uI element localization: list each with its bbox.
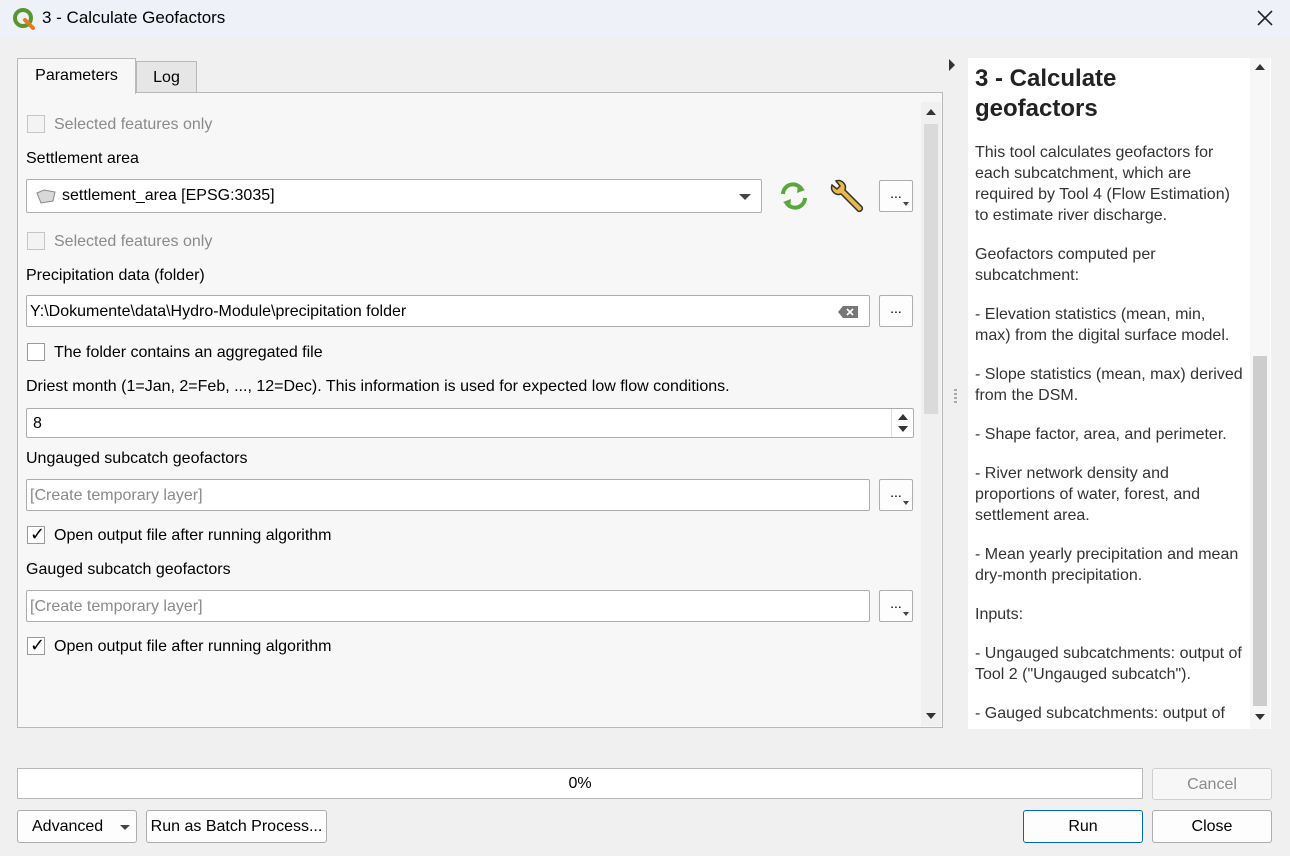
ungauged-label: Ungauged subcatch geofactors — [26, 450, 248, 467]
run-batch-button[interactable]: Run as Batch Process... — [146, 810, 327, 843]
progress-bar: 0% — [17, 768, 1143, 799]
check-mark-icon: ✓ — [30, 524, 46, 544]
advanced-button[interactable]: Advanced — [17, 810, 137, 843]
gauged-open-output-label: Open output file after running algorithm — [54, 638, 332, 655]
close-icon[interactable] — [1250, 4, 1280, 32]
precipitation-folder-input[interactable]: Y:\Dokumente\data\Hydro-Module\precipita… — [26, 295, 870, 327]
settlement-area-label: Settlement area — [26, 150, 139, 167]
clear-icon[interactable] — [837, 305, 859, 319]
qgis-logo-icon — [13, 8, 35, 30]
help-scroll-up-icon[interactable] — [1255, 64, 1265, 70]
iterate-icon[interactable] — [776, 180, 812, 212]
help-scroll-down-icon[interactable] — [1255, 714, 1265, 720]
selected-features-label-1: Selected features only — [54, 116, 213, 133]
scroll-thumb[interactable] — [924, 124, 938, 414]
settlement-more-button[interactable]: ... — [879, 180, 913, 212]
selected-features-checkbox-2[interactable] — [27, 232, 45, 250]
cancel-button[interactable]: Cancel — [1152, 768, 1272, 800]
precipitation-label: Precipitation data (folder) — [26, 267, 205, 284]
precipitation-folder-value: Y:\Dokumente\data\Hydro-Module\precipita… — [30, 303, 407, 320]
parameters-scrollbar[interactable] — [921, 102, 941, 726]
help-paragraph: This tool calculates geofactors for each… — [975, 144, 1230, 224]
help-scrollbar[interactable] — [1250, 58, 1270, 729]
driest-month-value: 8 — [33, 415, 42, 432]
ungauged-open-output-label: Open output file after running algorithm — [54, 527, 332, 544]
selected-features-label-2: Selected features only — [54, 233, 213, 250]
driest-month-label: Driest month (1=Jan, 2=Feb, ..., 12=Dec)… — [26, 378, 730, 395]
driest-month-spinbox[interactable]: 8 — [26, 408, 914, 438]
help-paragraph: Geofactors computed per subcatchment: — [975, 246, 1156, 284]
tab-parameters[interactable]: Parameters — [17, 58, 136, 94]
chevron-down-icon — [120, 825, 130, 830]
help-paragraph: - Gauged subcatchments: output of — [975, 705, 1225, 722]
help-paragraph: - Elevation statistics (mean, min, max) … — [975, 306, 1230, 344]
gauged-output-input[interactable]: [Create temporary layer] — [26, 590, 870, 622]
gauged-output-placeholder: [Create temporary layer] — [30, 598, 203, 615]
aggregated-file-checkbox[interactable] — [27, 343, 45, 361]
help-paragraph: - Slope statistics (mean, max) derived f… — [975, 366, 1243, 404]
gauged-open-output-checkbox[interactable]: ✓ — [27, 635, 46, 655]
run-button[interactable]: Run — [1023, 810, 1143, 843]
settlement-area-value: settlement_area [EPSG:3035] — [62, 187, 275, 204]
progress-label: 0% — [568, 775, 592, 792]
selected-features-checkbox-1[interactable] — [27, 115, 45, 133]
scroll-up-icon[interactable] — [926, 109, 936, 115]
check-mark-icon: ✓ — [30, 635, 46, 655]
ungauged-output-input[interactable]: [Create temporary layer] — [26, 479, 870, 511]
precipitation-more-button[interactable]: ... — [879, 295, 913, 327]
help-paragraph: Inputs: — [975, 606, 1024, 623]
ungauged-open-output-checkbox[interactable]: ✓ — [27, 524, 46, 544]
chevron-down-icon — [739, 194, 751, 200]
splitter-grip[interactable] — [954, 389, 957, 405]
spin-down-icon[interactable] — [898, 426, 908, 432]
wrench-icon[interactable] — [828, 178, 868, 216]
settlement-area-combo[interactable]: settlement_area [EPSG:3035] — [26, 179, 762, 213]
collapse-help-icon[interactable] — [949, 59, 955, 71]
help-paragraph: - Mean yearly precipitation and mean dry… — [975, 546, 1239, 584]
help-panel: 3 - Calculate geofactors This tool calcu… — [968, 58, 1271, 729]
close-button[interactable]: Close — [1152, 810, 1272, 843]
aggregated-file-label: The folder contains an aggregated file — [54, 344, 323, 361]
gauged-label: Gauged subcatch geofactors — [26, 561, 231, 578]
help-title: 3 - Calculate geofactors — [975, 65, 1117, 122]
help-paragraph: - River network density and proportions … — [975, 465, 1201, 524]
tab-log[interactable]: Log — [136, 61, 197, 92]
title-bar: 3 - Calculate Geofactors — [0, 0, 1290, 38]
window-title: 3 - Calculate Geofactors — [42, 8, 226, 27]
advanced-label: Advanced — [32, 818, 104, 835]
polygon-layer-icon — [36, 189, 56, 204]
help-body: This tool calculates geofactors for each… — [975, 142, 1243, 729]
scroll-down-icon[interactable] — [926, 713, 936, 719]
gauged-more-button[interactable]: ... — [879, 590, 913, 622]
parameters-form: Selected features only Settlement area s… — [20, 103, 918, 725]
help-scroll-thumb[interactable] — [1253, 356, 1267, 706]
spin-up-icon[interactable] — [898, 414, 908, 420]
help-paragraph: - Shape factor, area, and perimeter. — [975, 426, 1227, 443]
ungauged-more-button[interactable]: ... — [879, 479, 913, 511]
help-paragraph: - Ungauged subcatchments: output of Tool… — [975, 645, 1242, 683]
ungauged-output-placeholder: [Create temporary layer] — [30, 487, 203, 504]
spin-buttons[interactable] — [891, 409, 914, 437]
